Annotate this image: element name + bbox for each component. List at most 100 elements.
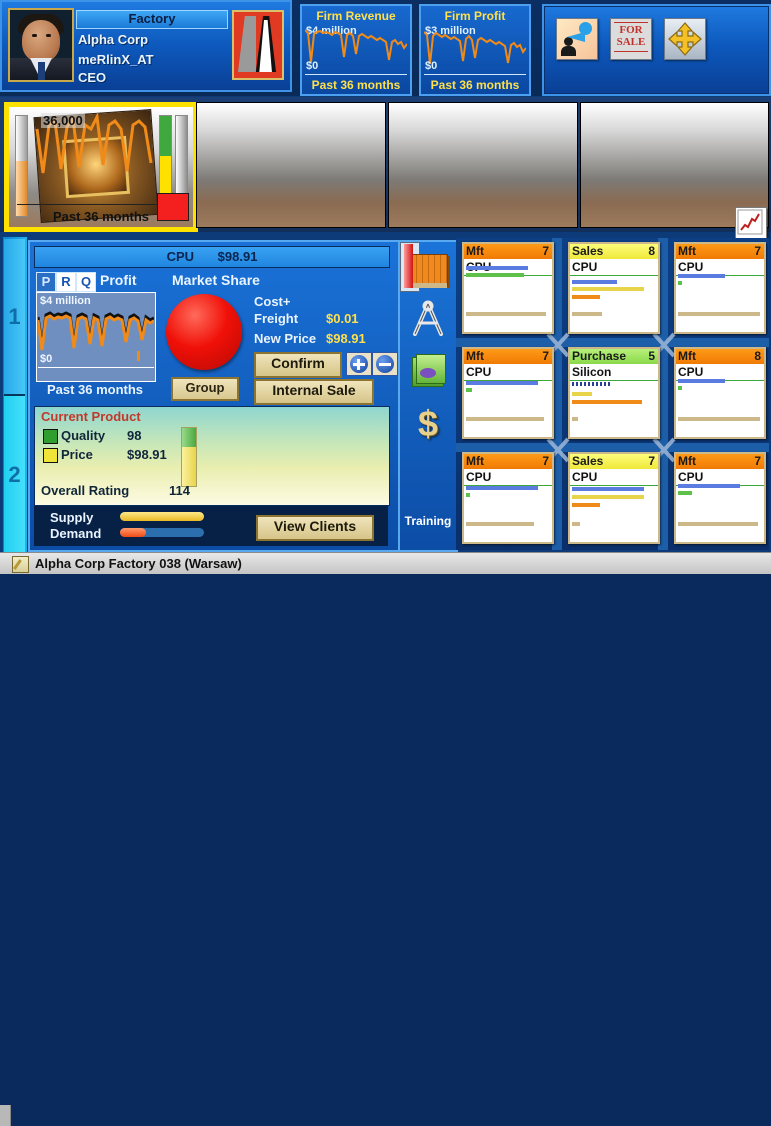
prq-tab-profit[interactable]: P	[36, 272, 56, 292]
unit-card-type: Purchase	[572, 349, 627, 363]
unit-card-product: Silicon	[572, 365, 612, 379]
unit-card-header: Mft 7	[464, 349, 552, 364]
prq-tab-quantity[interactable]: Q	[76, 272, 96, 292]
books-icon[interactable]	[408, 250, 448, 290]
price-value: $98.91	[127, 447, 167, 462]
rail-tab-2[interactable]: 2	[2, 396, 27, 553]
unit-card-bar	[572, 487, 644, 491]
unit-card-bar	[572, 295, 600, 299]
chart-min-label: $0	[40, 353, 53, 365]
green-book-icon[interactable]	[408, 352, 448, 392]
factory-slot-row: 36,000 Past 36 months	[0, 97, 771, 239]
view-clients-button[interactable]: View Clients	[256, 515, 374, 541]
chart-min-label: $0	[425, 60, 438, 72]
unit-card-bar	[678, 491, 692, 495]
new-price-label: New Price	[254, 331, 317, 346]
company-logo-icon	[232, 10, 284, 80]
unit-card[interactable]: Mft7CPU	[674, 452, 766, 544]
unit-card-separator	[570, 275, 658, 276]
unit-card-type: Mft	[466, 244, 484, 258]
unit-card-product: CPU	[678, 470, 704, 484]
firm-revenue-chart[interactable]: Firm Revenue $4 million $0 Past 36 month…	[300, 4, 412, 96]
internal-sale-label: Internal Sale	[272, 382, 356, 398]
factory-slot-empty-1[interactable]	[196, 102, 386, 228]
unit-card[interactable]: Mft 8 CPU	[674, 347, 766, 439]
unit-card-bar	[678, 281, 682, 285]
move-arrows-icon[interactable]	[664, 18, 706, 60]
current-product-title: Current Product	[41, 409, 141, 424]
market-share-circle[interactable]	[166, 294, 242, 370]
toolbar-panel: FOR SALE	[542, 4, 771, 96]
unit-card-bar	[678, 312, 760, 316]
unit-card[interactable]: Sales 8 CPU	[568, 242, 660, 334]
factory-slot-empty-2[interactable]	[388, 102, 578, 228]
group-button[interactable]: Group	[171, 377, 239, 401]
product-detail-panel: CPU $98.91 P R Q Profit Market Share $4 …	[28, 240, 400, 552]
unit-card-header: Sales 8	[570, 244, 658, 259]
unit-card[interactable]: Purchase 5 Silicon	[568, 347, 660, 439]
unit-card-type: Mft	[678, 454, 696, 468]
supply-label: Supply	[50, 510, 94, 525]
unit-card-bar	[678, 274, 725, 278]
unit-card-level: 8	[754, 349, 761, 363]
minus-icon[interactable]	[372, 352, 398, 376]
left-tab-rail: 1 2	[2, 236, 28, 556]
unit-card[interactable]: Mft7CPU	[462, 242, 554, 334]
unit-card-bar	[572, 503, 600, 507]
unit-card-bar	[678, 386, 682, 390]
unit-card-header: Sales 7	[570, 454, 658, 469]
unit-card[interactable]: Mft7CPU	[674, 242, 766, 334]
unit-card-type: Sales	[572, 454, 604, 468]
cost-label-2: Freight	[254, 311, 299, 326]
profit-chart[interactable]: $4 million $0	[36, 292, 156, 382]
chart-footer: Past 36 months	[430, 78, 520, 92]
unit-card-product: CPU	[572, 260, 598, 274]
unit-card[interactable]: Mft7CPU	[462, 347, 554, 439]
chart-baseline	[38, 367, 154, 368]
overall-rating-label: Overall Rating	[41, 483, 130, 498]
slot-red-indicator	[157, 193, 189, 221]
supply-bar	[120, 512, 204, 521]
unit-card-bar	[466, 522, 534, 526]
unit-card-bar	[572, 382, 610, 386]
firm-profit-chart[interactable]: Firm Profit $3 million $0 Past 36 months	[419, 4, 531, 96]
unit-card[interactable]: Mft7CPU	[462, 452, 554, 544]
clients-icon[interactable]	[556, 18, 598, 60]
compass-icon[interactable]	[408, 300, 448, 340]
unit-card[interactable]: Sales 7 CPU	[568, 452, 660, 544]
company-info-panel[interactable]: Factory Alpha Corp meRlinX_AT CEO	[0, 0, 292, 92]
unit-card-header: Mft 7	[464, 454, 552, 469]
confirm-button[interactable]: Confirm	[254, 352, 342, 378]
product-header: CPU $98.91	[34, 246, 390, 268]
group-button-label: Group	[185, 380, 225, 395]
unit-card-bar	[466, 273, 524, 277]
line-chart-icon[interactable]	[735, 207, 767, 239]
price-swatch	[43, 448, 58, 463]
training-label: Training	[404, 514, 452, 528]
product-name: CPU	[166, 249, 195, 264]
confirm-button-label: Confirm	[271, 355, 325, 371]
unit-card-bar	[466, 266, 528, 270]
unit-card-bar	[678, 417, 760, 421]
plus-icon[interactable]	[346, 352, 372, 376]
dollar-icon[interactable]: $	[408, 404, 448, 444]
for-sale-line2: SALE	[616, 36, 646, 48]
unit-card-type: Mft	[678, 349, 696, 363]
demand-label: Demand	[50, 526, 102, 541]
prq-tab-revenue[interactable]: R	[56, 272, 76, 292]
edit-icon[interactable]	[12, 556, 29, 573]
rail-tab-1[interactable]: 1	[2, 239, 27, 396]
unit-card-bar	[466, 417, 544, 421]
current-product-box: Current Product Quality 98 Price $98.91 …	[34, 406, 390, 506]
internal-sale-button[interactable]: Internal Sale	[254, 379, 374, 405]
chart-marker	[137, 351, 140, 361]
ceo-portrait-avatar	[8, 8, 74, 82]
for-sale-icon[interactable]: FOR SALE	[610, 18, 652, 60]
unit-card-separator	[570, 380, 658, 381]
chart-title: Firm Revenue	[316, 9, 396, 23]
department-icon-column: $ Training	[398, 240, 458, 552]
price-label: Price	[61, 447, 93, 462]
unit-card-bar	[572, 287, 644, 291]
factory-slot-active[interactable]: 36,000 Past 36 months	[4, 102, 198, 232]
unit-card-bar	[466, 388, 472, 392]
